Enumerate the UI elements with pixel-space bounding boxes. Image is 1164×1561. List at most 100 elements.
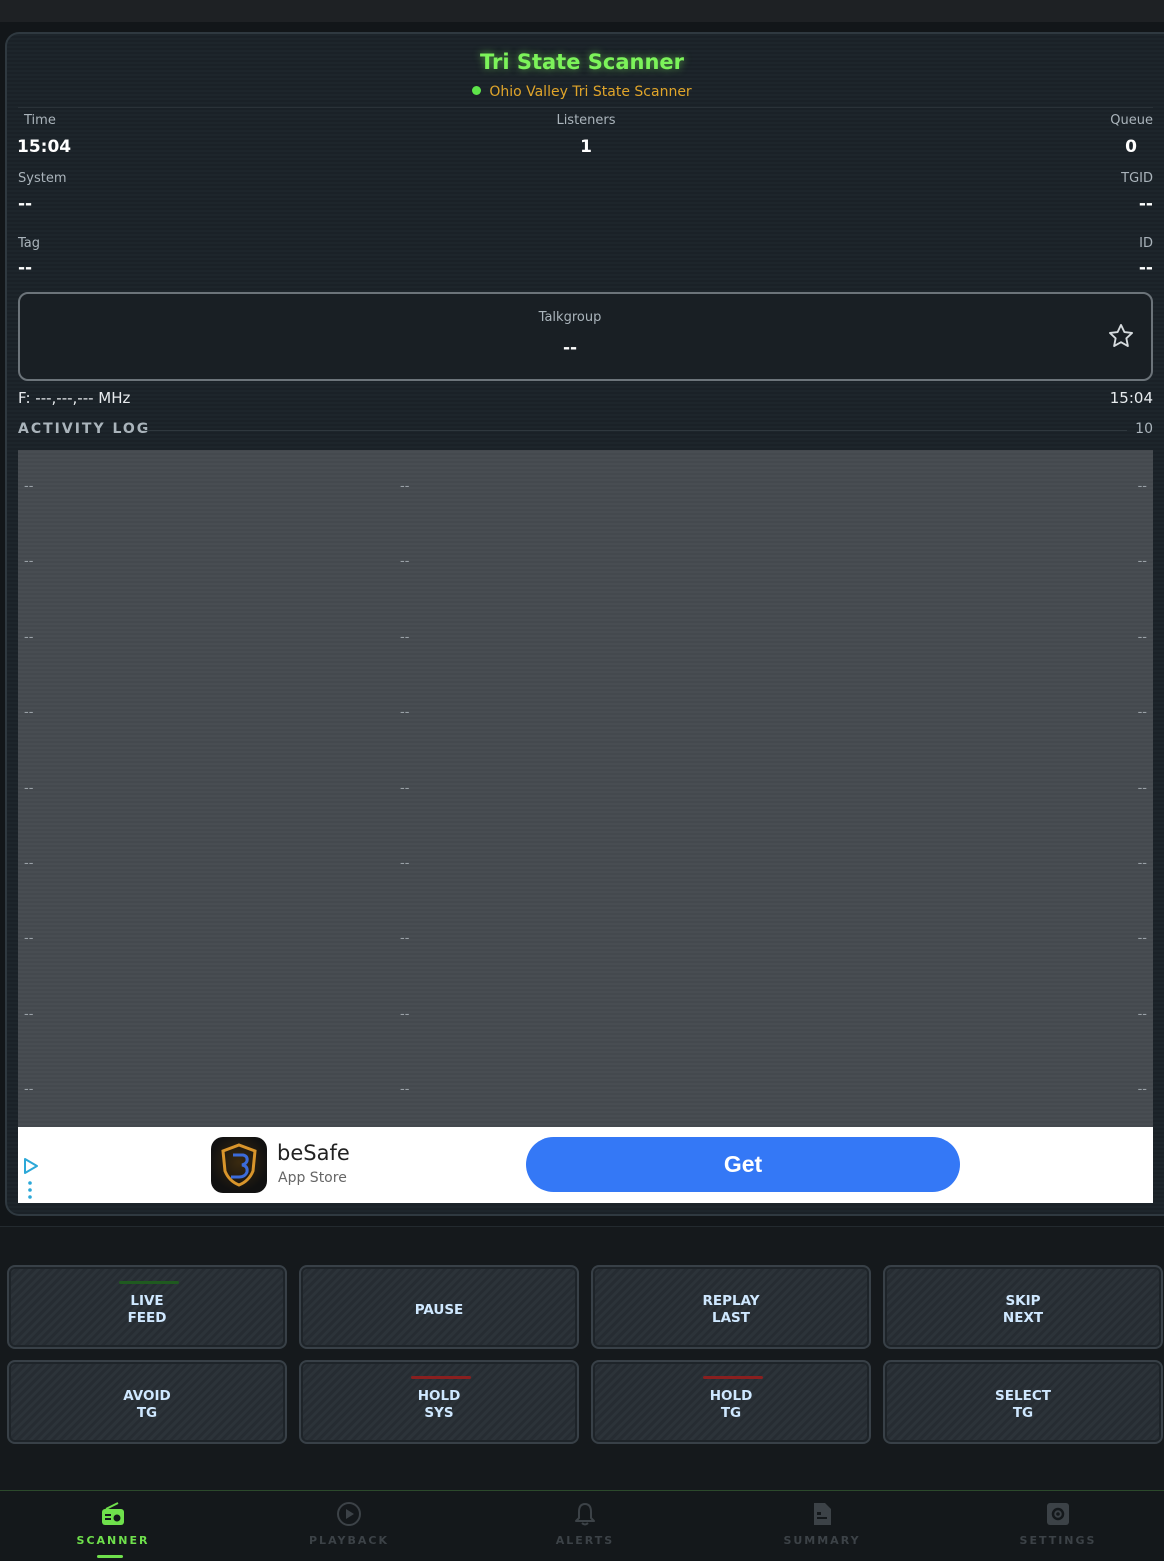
top-status-bar <box>0 0 1164 22</box>
listeners-label: Listeners <box>556 113 616 128</box>
log-row-talkgroup: -- <box>400 479 410 494</box>
pause-label: PAUSE <box>414 1301 464 1318</box>
replay-last-label: REPLAY LAST <box>702 1293 760 1326</box>
log-row-talkgroup: -- <box>400 705 410 721</box>
avoid-tg-button[interactable]: AVOID TG <box>7 1360 287 1444</box>
live-feed-button[interactable]: LIVE FEED <box>7 1265 287 1349</box>
header-divider <box>18 107 1153 108</box>
nav-tab-alerts[interactable]: ALERTS <box>469 1491 701 1561</box>
log-row-detail: -- <box>1137 1082 1147 1098</box>
adchoices-icon[interactable] <box>22 1157 40 1175</box>
nav-label-alerts: ALERTS <box>555 1534 615 1547</box>
log-row-talkgroup: -- <box>400 780 410 796</box>
log-row[interactable]: -- -- -- <box>18 1007 1153 1027</box>
log-row-time: -- <box>24 1082 34 1098</box>
talkgroup-value: -- <box>562 338 578 358</box>
log-row-talkgroup: -- <box>400 931 410 947</box>
log-row[interactable]: -- -- -- <box>18 554 1153 574</box>
hold-sys-label: HOLD SYS <box>417 1388 461 1421</box>
log-row-detail: -- <box>1137 479 1147 494</box>
nav-tab-summary[interactable]: SUMMARY <box>706 1491 938 1561</box>
tag-value: -- <box>18 258 33 278</box>
log-row[interactable]: -- -- -- <box>18 630 1153 650</box>
log-row-talkgroup: -- <box>400 554 410 570</box>
log-row-time: -- <box>24 554 34 570</box>
frequency-readout: F: ---,---,--- MHz <box>18 389 131 407</box>
system-value: -- <box>18 194 33 214</box>
skip-next-label: SKIP NEXT <box>1002 1293 1044 1326</box>
live-feed-label: LIVE FEED <box>127 1293 167 1326</box>
radio-icon <box>102 1502 124 1525</box>
nav-label-settings: SETTINGS <box>1019 1534 1097 1547</box>
activity-log-list[interactable]: -- -- -- -- -- -- -- -- -- -- -- -- -- -- -- -- -- -- -- --… <box>18 450 1153 1127</box>
bottom-nav: SCANNER PLAYBACK ALERTS SUMMARY SETTINGS <box>0 1490 1164 1560</box>
system-label: System <box>18 171 67 186</box>
log-row-time: -- <box>24 629 34 645</box>
log-row-detail: -- <box>1137 629 1147 645</box>
more-options-icon[interactable] <box>28 1181 32 1199</box>
listeners-value: 1 <box>580 137 592 157</box>
log-row[interactable]: -- -- -- <box>18 856 1153 876</box>
live-feed-indicator <box>119 1281 179 1284</box>
log-row-detail: -- <box>1137 780 1147 796</box>
log-row-talkgroup: -- <box>400 856 410 871</box>
hold-sys-indicator <box>411 1376 471 1379</box>
log-row-time: -- <box>24 479 34 494</box>
replay-last-button[interactable]: REPLAY LAST <box>591 1265 871 1349</box>
nav-label-summary: SUMMARY <box>783 1534 861 1547</box>
pause-button[interactable]: PAUSE <box>299 1265 579 1349</box>
log-row-detail: -- <box>1137 705 1147 721</box>
nav-tab-playback[interactable]: PLAYBACK <box>233 1491 465 1561</box>
tag-label: Tag <box>18 236 41 251</box>
select-tg-label: SELECT TG <box>995 1388 1051 1421</box>
log-row-time: -- <box>24 931 34 947</box>
nav-tab-settings[interactable]: SETTINGS <box>942 1491 1164 1561</box>
ad-app-name: beSafe <box>277 1141 350 1165</box>
frequency-time: 15:04 <box>1109 389 1153 407</box>
app-title: Tri State Scanner <box>479 50 685 74</box>
log-row-detail: -- <box>1137 1006 1147 1022</box>
nav-tab-scanner[interactable]: SCANNER <box>0 1491 229 1561</box>
ad-store-name: App Store <box>278 1170 347 1186</box>
star-outline-icon[interactable] <box>1107 322 1135 350</box>
select-tg-button[interactable]: SELECT TG <box>883 1360 1163 1444</box>
log-row-talkgroup: -- <box>400 1006 410 1022</box>
online-status-dot <box>472 86 482 95</box>
avoid-tg-label: AVOID TG <box>123 1388 171 1421</box>
log-row-time: -- <box>24 705 34 721</box>
talkgroup-box[interactable]: Talkgroup -- <box>18 292 1153 381</box>
log-row[interactable]: -- -- -- <box>18 931 1153 951</box>
log-row-talkgroup: -- <box>400 629 410 645</box>
hold-sys-button[interactable]: HOLD SYS <box>299 1360 579 1444</box>
talkgroup-label: Talkgroup <box>538 310 602 325</box>
log-row[interactable]: -- -- -- <box>18 705 1153 725</box>
activity-log-title: ACTIVITY LOG <box>18 421 151 437</box>
feed-subtitle: Ohio Valley Tri State Scanner <box>0 84 1164 100</box>
log-row-time: -- <box>24 780 34 796</box>
log-row-detail: -- <box>1137 554 1147 570</box>
app-logo-icon[interactable] <box>211 1137 267 1193</box>
gear-icon <box>1047 1503 1069 1525</box>
log-row[interactable]: -- -- -- <box>18 781 1153 801</box>
log-row-time: -- <box>24 856 34 871</box>
activity-log-divider <box>142 430 1127 431</box>
tgid-value: -- <box>1138 194 1153 214</box>
log-row-detail: -- <box>1137 931 1147 947</box>
hold-tg-button[interactable]: HOLD TG <box>591 1360 871 1444</box>
log-row-talkgroup: -- <box>400 1082 410 1098</box>
queue-value: 0 <box>1125 137 1137 157</box>
activity-log-count: 10 <box>1135 421 1153 437</box>
log-row[interactable]: -- -- -- <box>18 1082 1153 1102</box>
document-icon <box>814 1503 831 1525</box>
feed-name: Ohio Valley Tri State Scanner <box>489 84 692 100</box>
hold-tg-label: HOLD TG <box>709 1388 753 1421</box>
nav-label-scanner: SCANNER <box>76 1534 150 1547</box>
tgid-label: TGID <box>1121 171 1153 186</box>
ad-get-button[interactable]: Get <box>526 1137 960 1192</box>
log-row[interactable]: -- -- -- <box>18 479 1153 499</box>
ad-banner[interactable]: beSafe App Store Get <box>18 1127 1153 1203</box>
id-value: -- <box>1138 258 1153 278</box>
id-label: ID <box>1139 236 1153 251</box>
bell-icon <box>575 1503 595 1526</box>
skip-next-button[interactable]: SKIP NEXT <box>883 1265 1163 1349</box>
